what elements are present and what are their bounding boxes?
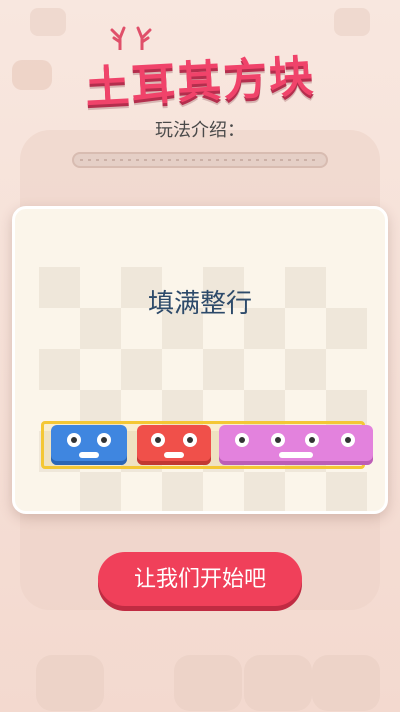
eye xyxy=(305,433,319,447)
eye xyxy=(271,433,285,447)
background-slot xyxy=(174,655,242,711)
tutorial-card: 填满整行 xyxy=(12,206,388,514)
block-pink xyxy=(219,425,373,465)
eye xyxy=(151,433,165,447)
eye xyxy=(97,433,111,447)
mouth xyxy=(164,452,184,458)
grid-cell xyxy=(326,472,367,511)
background-slot xyxy=(36,655,104,711)
title-area: 土耳其方块 xyxy=(0,26,400,114)
eye xyxy=(341,433,355,447)
block-red xyxy=(137,425,211,465)
background-slot xyxy=(244,655,312,711)
grid-cell xyxy=(162,472,203,511)
eye xyxy=(235,433,249,447)
mouth xyxy=(279,452,313,458)
antlers-icon xyxy=(110,26,152,50)
grid-cell xyxy=(80,472,121,511)
grid-cell xyxy=(121,349,162,390)
eye xyxy=(183,433,197,447)
background-slot xyxy=(312,655,380,711)
grid-cell xyxy=(39,349,80,390)
grid-cell xyxy=(203,349,244,390)
game-title: 土耳其方块 xyxy=(84,51,317,114)
tutorial-progress xyxy=(72,152,328,168)
eye xyxy=(67,433,81,447)
start-button[interactable]: 让我们开始吧 xyxy=(98,552,302,606)
grid-cell xyxy=(244,472,285,511)
mouth xyxy=(79,452,99,458)
how-to-play-label: 玩法介绍： xyxy=(155,120,245,141)
tutorial-heading: 填满整行 xyxy=(147,289,252,319)
grid-cell xyxy=(285,349,326,390)
block-blue xyxy=(51,425,127,465)
